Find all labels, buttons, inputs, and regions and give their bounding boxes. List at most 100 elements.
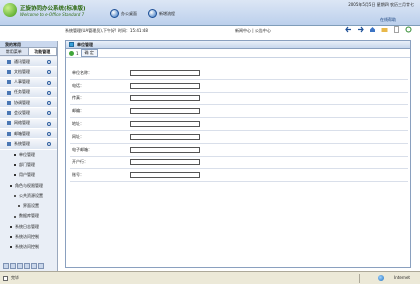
sidebar-menu: 通讯管理 文档管理 人事管理 任务管理 协调管理 会议管理 网络管理 邮箱管理 … <box>0 56 57 253</box>
sidebar-item-hr[interactable]: 人事管理 <box>0 77 57 88</box>
field-label: 开户行： <box>72 159 88 165</box>
menu-bullet-icon <box>7 69 11 74</box>
bullet-icon <box>14 164 16 167</box>
forward-arrow-icon[interactable] <box>357 26 364 33</box>
nav-desktop[interactable]: 办公桌面 <box>110 9 137 18</box>
folder-icon[interactable] <box>381 26 388 33</box>
tool-icon[interactable] <box>24 263 30 269</box>
field-label: 地址： <box>72 121 84 127</box>
help-link[interactable]: 在线帮助 <box>380 17 396 23</box>
sidebar-item-contacts[interactable]: 通讯管理 <box>0 57 57 68</box>
document-icon[interactable] <box>393 26 400 33</box>
tool-icon[interactable] <box>10 263 16 269</box>
desktop-icon <box>110 9 119 18</box>
sidebar-item-meetings[interactable]: 会议管理 <box>0 108 57 119</box>
search-icon[interactable] <box>47 142 51 147</box>
search-icon[interactable] <box>47 132 51 137</box>
search-icon[interactable] <box>47 70 51 75</box>
sidebar-item-label: 部门管理 <box>19 161 35 167</box>
sidebar-sub-logs[interactable]: 系统日志管理 <box>0 222 57 232</box>
sidebar-item-label: 角色与权限管理 <box>15 182 43 188</box>
sidebar-item-mail[interactable]: 邮箱管理 <box>0 129 57 140</box>
sidebar-item-label: 界面设置 <box>23 203 39 209</box>
sidebar-item-label: 协调管理 <box>14 99 30 105</box>
bank-input[interactable] <box>130 159 200 166</box>
tool-icon[interactable] <box>38 263 44 269</box>
nav-new-flow[interactable]: 新增流程 <box>148 9 175 18</box>
menu-bullet-icon <box>7 142 11 147</box>
zipcode-input[interactable] <box>130 108 200 115</box>
field-label: 单位名称： <box>72 69 92 75</box>
bullet-icon <box>14 174 16 177</box>
fax-input[interactable] <box>130 95 200 102</box>
search-icon[interactable] <box>47 121 51 126</box>
home-icon[interactable] <box>369 26 376 33</box>
main-content: 系统管理(UA管理员),下午好! 时间：15:41:48 新闻中心 | 公告中心… <box>59 26 420 271</box>
email-input[interactable] <box>130 146 200 153</box>
panel-header: 单位管理 <box>66 41 410 49</box>
nav-new-flow-label: 新增流程 <box>159 10 175 16</box>
form-row: 传真： <box>70 93 408 106</box>
sidebar-sub-user[interactable]: 用户管理 <box>0 170 57 180</box>
form-row: 单位名称： <box>70 67 408 80</box>
menu-bullet-icon <box>7 131 11 136</box>
sidebar-sub-database[interactable]: 数据库管理 <box>0 211 57 221</box>
sidebar-sub-department[interactable]: 部门管理 <box>0 160 57 170</box>
field-label: 邮编： <box>72 108 84 114</box>
sidebar-item-label: 网络管理 <box>14 120 30 126</box>
menu-bullet-icon <box>7 121 11 126</box>
sidebar-item-system[interactable]: 系统管理 <box>0 139 57 150</box>
sidebar-sub-access-2[interactable]: 系统访问控制 <box>0 242 57 252</box>
sidebar-item-network[interactable]: 网络管理 <box>0 118 57 130</box>
form-row: 账号： <box>70 169 408 183</box>
search-icon[interactable] <box>47 101 51 106</box>
news-links[interactable]: 新闻中心 | 公告中心 <box>235 28 271 34</box>
menu-bullet-icon <box>7 90 11 95</box>
welcome-breadcrumb: 系统管理(UA管理员),下午好! 时间：15:41:48 <box>65 28 148 33</box>
sidebar-sub-access[interactable]: 系统访问控制 <box>0 232 57 242</box>
app-logo-icon <box>3 3 17 17</box>
phone-input[interactable] <box>130 82 200 89</box>
menu-bullet-icon <box>7 111 11 116</box>
confirm-button[interactable]: 确 定 <box>80 49 98 57</box>
sidebar-item-label: 用户管理 <box>19 172 35 178</box>
brand-title: 正旋协同办公系统(标准版) <box>20 6 86 12</box>
back-arrow-icon[interactable] <box>345 26 352 33</box>
menu-bullet-icon <box>7 100 11 105</box>
tool-icon[interactable] <box>31 263 37 269</box>
account-input[interactable] <box>130 172 200 179</box>
unit-name-input[interactable] <box>130 69 200 76</box>
status-bar: 完毕 Internet <box>0 271 420 284</box>
sidebar-item-label: 邮箱管理 <box>14 130 30 136</box>
refresh-icon[interactable] <box>405 26 412 33</box>
tab-common-menu[interactable]: 常用菜单 <box>0 48 29 55</box>
panel-title: 单位管理 <box>77 41 93 47</box>
confirm-icon <box>69 50 74 56</box>
sidebar-sub-interface[interactable]: 界面设置 <box>0 201 57 211</box>
address-input[interactable] <box>130 121 200 128</box>
field-label: 电子邮箱： <box>72 146 92 152</box>
content-toolbar <box>345 26 412 33</box>
search-icon[interactable] <box>47 111 51 116</box>
website-input[interactable] <box>130 133 200 140</box>
sidebar-item-label: 系统访问控制 <box>15 244 39 250</box>
sidebar-item-documents[interactable]: 文档管理 <box>0 67 57 78</box>
sidebar-title[interactable]: 我的常用 <box>0 41 57 48</box>
sidebar-sub-roles[interactable]: 角色与权限管理 <box>0 181 57 191</box>
tool-icon[interactable] <box>3 263 9 269</box>
bullet-icon <box>14 215 16 218</box>
sidebar-item-label: 会议管理 <box>14 109 30 115</box>
sidebar-sub-unit[interactable]: 单位管理 <box>0 150 57 160</box>
sidebar-sub-public-resources[interactable]: 公共资源设置 <box>0 191 57 201</box>
search-icon[interactable] <box>47 90 51 95</box>
search-icon[interactable] <box>47 80 51 85</box>
search-icon[interactable] <box>47 60 51 64</box>
sidebar-item-label: 公共资源设置 <box>19 192 43 198</box>
internet-zone: Internet <box>394 275 410 280</box>
sidebar-item-tasks[interactable]: 任务管理 <box>0 87 57 99</box>
sidebar-item-coordination[interactable]: 协调管理 <box>0 98 57 109</box>
menu-bullet-icon <box>7 59 11 64</box>
tab-function-manage[interactable]: 功能管理 <box>28 48 57 55</box>
sidebar-item-label: 数据库管理 <box>19 213 39 219</box>
tool-icon[interactable] <box>17 263 23 269</box>
